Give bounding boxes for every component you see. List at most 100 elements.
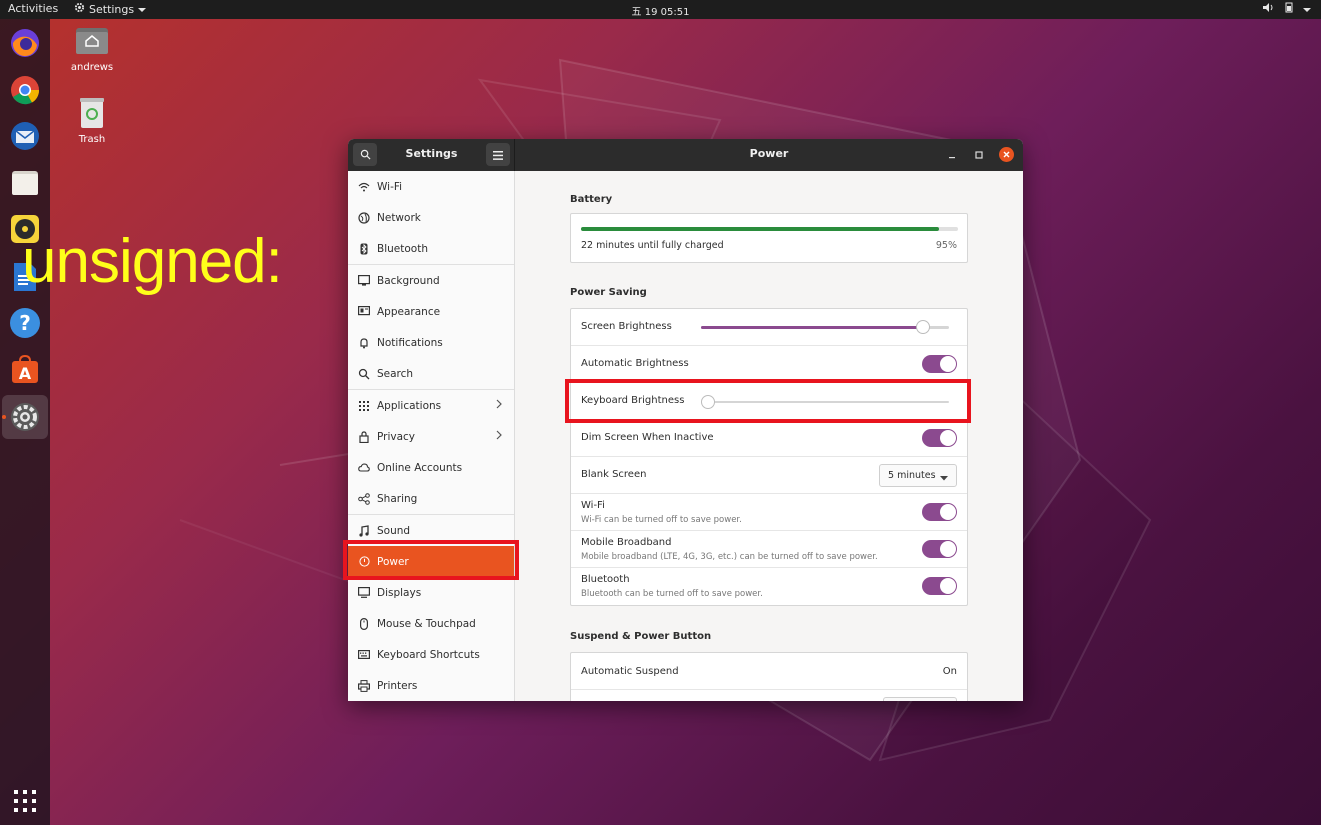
wifi-power-row: Wi-Fi Wi-Fi can be turned off to save po… bbox=[571, 494, 967, 531]
bell-icon bbox=[357, 336, 371, 350]
sidebar-item-search[interactable]: Search bbox=[348, 358, 514, 389]
automatic-brightness-toggle[interactable] bbox=[922, 355, 957, 373]
search-icon bbox=[357, 367, 371, 381]
svg-text:?: ? bbox=[19, 311, 31, 335]
sidebar-item-label: Sound bbox=[377, 524, 411, 537]
mouse-icon bbox=[357, 617, 371, 631]
caret-down-icon bbox=[940, 473, 948, 484]
desktop-home-label: andrews bbox=[70, 62, 114, 73]
sidebar-item-label: Bluetooth bbox=[377, 242, 428, 255]
sidebar-item-notifications[interactable]: Notifications bbox=[348, 327, 514, 358]
chevron-right-icon bbox=[496, 430, 502, 443]
sidebar-item-privacy[interactable]: Privacy bbox=[348, 421, 514, 452]
sidebar-item-printers[interactable]: Printers bbox=[348, 670, 514, 701]
app-menu-label: Settings bbox=[89, 2, 135, 16]
network-icon bbox=[357, 211, 371, 225]
software-icon[interactable]: A bbox=[7, 352, 43, 388]
maximize-icon bbox=[975, 151, 983, 159]
sidebar-item-wifi[interactable]: Wi-Fi bbox=[348, 171, 514, 202]
sidebar-item-displays[interactable]: Displays bbox=[348, 577, 514, 608]
chrome-icon[interactable] bbox=[7, 72, 43, 108]
minimize-button[interactable] bbox=[945, 148, 959, 162]
close-icon bbox=[1003, 151, 1010, 158]
automatic-brightness-row: Automatic Brightness bbox=[571, 346, 967, 383]
sidebar-item-online-accounts[interactable]: Online Accounts bbox=[348, 452, 514, 483]
screen-brightness-fill bbox=[701, 326, 930, 329]
printer-icon bbox=[357, 679, 371, 693]
home-folder-icon bbox=[75, 24, 109, 58]
thunderbird-icon[interactable] bbox=[7, 118, 43, 154]
sidebar-item-label: Mouse & Touchpad bbox=[377, 617, 476, 630]
bluetooth-power-label: Bluetooth bbox=[581, 574, 630, 585]
power-saving-card: Screen Brightness Automatic Brightness K… bbox=[570, 308, 968, 606]
screen-brightness-slider[interactable] bbox=[701, 320, 949, 334]
background-icon bbox=[357, 274, 371, 288]
sidebar-item-label: Network bbox=[377, 211, 421, 224]
battery-section-title: Battery bbox=[570, 194, 613, 205]
sidebar-item-bluetooth[interactable]: Bluetooth bbox=[348, 233, 514, 264]
close-button[interactable] bbox=[999, 147, 1014, 162]
wifi-power-description: Wi-Fi can be turned off to save power. bbox=[581, 515, 742, 525]
running-indicator bbox=[2, 415, 6, 419]
blank-screen-dropdown[interactable]: 5 minutes bbox=[879, 464, 957, 487]
battery-level-fill bbox=[581, 227, 940, 231]
app-menu[interactable]: Settings bbox=[74, 2, 147, 16]
files-icon[interactable] bbox=[7, 165, 43, 201]
sidebar-item-label: Privacy bbox=[377, 430, 416, 443]
activities-button[interactable]: Activities bbox=[8, 2, 58, 15]
dim-screen-toggle[interactable] bbox=[922, 429, 957, 447]
display-icon bbox=[357, 586, 371, 600]
sidebar-item-label: Keyboard Shortcuts bbox=[377, 648, 480, 661]
screen-brightness-row: Screen Brightness bbox=[571, 309, 967, 346]
blank-screen-label: Blank Screen bbox=[581, 469, 647, 480]
highlight-box-keyboard-brightness bbox=[565, 379, 971, 423]
sidebar-item-appearance[interactable]: Appearance bbox=[348, 296, 514, 327]
volume-icon bbox=[1263, 2, 1275, 16]
sidebar-item-mouse-touchpad[interactable]: Mouse & Touchpad bbox=[348, 608, 514, 639]
sidebar-item-label: Wi-Fi bbox=[377, 180, 403, 193]
sidebar-item-label: Appearance bbox=[377, 305, 441, 318]
caret-down-icon bbox=[1303, 3, 1311, 16]
wifi-icon bbox=[357, 180, 371, 194]
music-icon bbox=[357, 524, 371, 538]
wifi-power-toggle[interactable] bbox=[922, 503, 957, 521]
settings-icon[interactable] bbox=[7, 399, 43, 435]
svg-text:A: A bbox=[19, 364, 32, 383]
sidebar-item-label: Applications bbox=[377, 399, 442, 412]
blank-screen-row: Blank Screen 5 minutes bbox=[571, 457, 967, 494]
top-bar: Activities Settings 五 19 05:51 bbox=[0, 0, 1321, 19]
sidebar-item-sharing[interactable]: Sharing bbox=[348, 483, 514, 514]
automatic-suspend-row[interactable]: Automatic Suspend On bbox=[571, 653, 967, 690]
bluetooth-icon bbox=[357, 242, 371, 256]
show-apps-icon[interactable] bbox=[7, 783, 43, 819]
maximize-button[interactable] bbox=[972, 148, 986, 162]
desktop-home-folder[interactable]: andrews bbox=[57, 24, 127, 73]
battery-icon bbox=[1283, 2, 1295, 16]
power-saving-section-title: Power Saving bbox=[570, 287, 647, 298]
automatic-brightness-label: Automatic Brightness bbox=[581, 358, 689, 369]
mobile-broadband-toggle[interactable] bbox=[922, 540, 957, 558]
sidebar-item-keyboard-shortcuts[interactable]: Keyboard Shortcuts bbox=[348, 639, 514, 670]
sidebar-item-applications[interactable]: Applications bbox=[348, 390, 514, 421]
desktop-trash-label: Trash bbox=[78, 134, 106, 145]
main-menu-button[interactable] bbox=[486, 143, 510, 166]
sidebar-item-background[interactable]: Background bbox=[348, 265, 514, 296]
minimize-icon bbox=[949, 157, 955, 159]
help-icon[interactable]: ? bbox=[7, 305, 43, 341]
caret-down-icon bbox=[138, 3, 147, 16]
suspend-card: Automatic Suspend On bbox=[570, 652, 968, 701]
system-menu[interactable] bbox=[1263, 2, 1311, 16]
power-panel: Battery 22 minutes until fully charged 9… bbox=[515, 171, 1023, 701]
power-button-dropdown[interactable] bbox=[883, 697, 957, 701]
settings-sidebar: Wi-Fi Network Bluetooth Background Appea… bbox=[348, 171, 515, 701]
wifi-power-label: Wi-Fi bbox=[581, 500, 605, 511]
bluetooth-power-toggle[interactable] bbox=[922, 577, 957, 595]
clock[interactable]: 五 19 05:51 bbox=[632, 7, 690, 18]
screen-brightness-knob[interactable] bbox=[916, 320, 931, 334]
desktop-trash[interactable]: Trash bbox=[57, 96, 127, 145]
highlight-box-power bbox=[343, 540, 519, 580]
sidebar-item-network[interactable]: Network bbox=[348, 202, 514, 233]
suspend-section-title: Suspend & Power Button bbox=[570, 631, 712, 642]
firefox-icon[interactable] bbox=[7, 25, 43, 61]
sidebar-item-label: Notifications bbox=[377, 336, 443, 349]
